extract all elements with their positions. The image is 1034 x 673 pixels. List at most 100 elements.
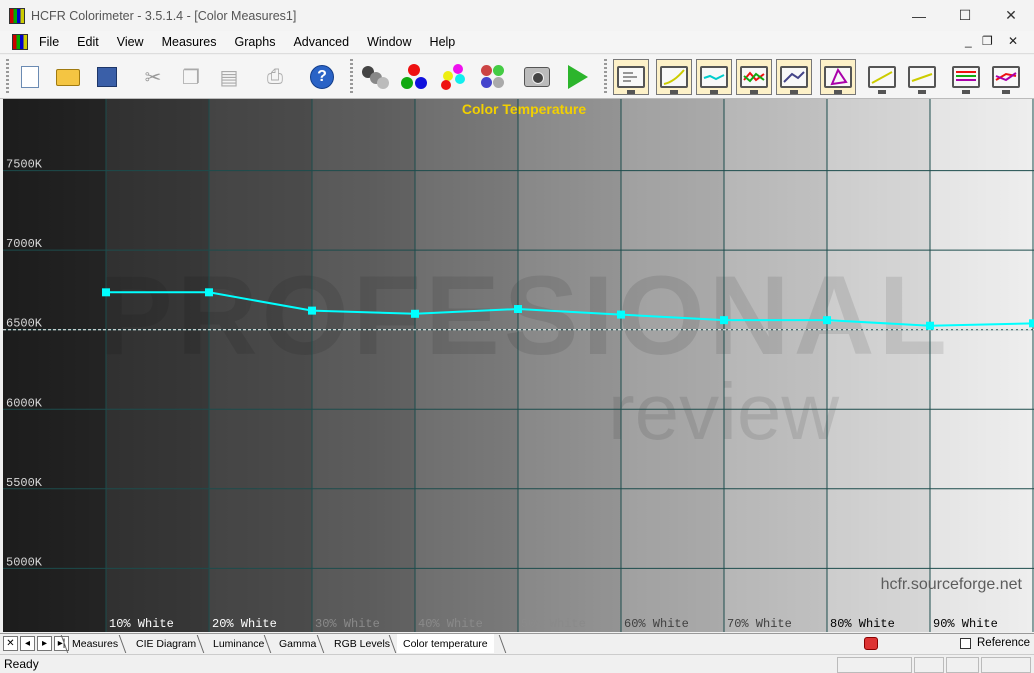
logo-line1: PROFESIONAL xyxy=(98,253,951,378)
menu-help[interactable]: Help xyxy=(421,35,465,49)
x-tick-label: 70% White xyxy=(727,617,792,631)
debug-icon[interactable] xyxy=(864,637,878,650)
x-tick-label: 40% White xyxy=(418,617,483,631)
status-bar: Ready xyxy=(0,654,1034,673)
close-button[interactable]: ✕ xyxy=(988,0,1034,31)
measure-primaries-button[interactable] xyxy=(396,59,432,95)
tab-color-temperature[interactable]: Color temperature xyxy=(397,634,494,653)
x-tick-label: 30% White xyxy=(315,617,380,631)
view-luminance-button[interactable] xyxy=(864,59,900,95)
view-cie-button[interactable] xyxy=(820,59,856,95)
tab-nav-close-button[interactable]: ✕ xyxy=(3,636,18,651)
view-measures-button[interactable] xyxy=(613,59,649,95)
y-tick-label: 6500K xyxy=(6,317,43,331)
menu-measures[interactable]: Measures xyxy=(153,35,226,49)
measure-secondaries-button[interactable] xyxy=(436,59,472,95)
color-temperature-chart[interactable]: PROFESIONAL review 7500K 7000K 6500K 6000K 5… xyxy=(3,99,1034,632)
copy-icon: ❐ xyxy=(182,66,200,89)
tab-cie-diagram[interactable]: CIE Diagram xyxy=(130,635,202,653)
menu-edit[interactable]: Edit xyxy=(68,35,108,49)
tab-gamma[interactable]: Gamma xyxy=(273,635,322,653)
data-point xyxy=(720,316,728,325)
measure-gray-button[interactable] xyxy=(357,59,393,95)
title-bar: HCFR Colorimeter - 3.5.1.4 - [Color Meas… xyxy=(0,0,1034,31)
y-tick-label: 7000K xyxy=(6,237,43,251)
delta-e-graph-icon xyxy=(780,66,808,94)
view-saturation-lum-button[interactable] xyxy=(988,59,1024,95)
view-saturation-button[interactable] xyxy=(948,59,984,95)
saturation-lum-graph-icon xyxy=(992,66,1020,94)
camera-button[interactable] xyxy=(519,59,555,95)
maximize-button[interactable]: ☐ xyxy=(942,0,988,31)
data-point xyxy=(102,288,110,297)
menu-graphs[interactable]: Graphs xyxy=(225,35,284,49)
x-tick-label: 10% White xyxy=(109,617,174,631)
play-icon xyxy=(568,65,588,89)
near-black-graph-icon xyxy=(908,66,936,94)
cut-icon: ✂ xyxy=(144,66,162,89)
tab-nav-next-button[interactable]: ▸ xyxy=(37,636,52,651)
app-logo-icon xyxy=(9,7,25,24)
y-tick-label: 7500K xyxy=(6,158,43,172)
saturation-balls-icon xyxy=(478,62,508,92)
status-pane xyxy=(914,657,944,673)
new-document-button[interactable] xyxy=(12,59,48,95)
minimize-button[interactable]: — xyxy=(896,0,942,31)
save-button[interactable] xyxy=(89,59,125,95)
mdi-close-button[interactable]: ✕ xyxy=(1008,34,1018,48)
new-document-icon xyxy=(21,66,39,88)
view-gamma-button[interactable] xyxy=(656,59,692,95)
toolbar-grip[interactable] xyxy=(6,59,9,95)
view-near-black-button[interactable] xyxy=(904,59,940,95)
tab-measures[interactable]: Measures xyxy=(66,635,124,653)
data-point xyxy=(617,310,625,319)
help-icon: ? xyxy=(310,65,334,89)
status-pane xyxy=(981,657,1031,673)
reference-checkbox[interactable] xyxy=(960,638,971,649)
measure-saturation-button[interactable] xyxy=(475,59,511,95)
open-button[interactable] xyxy=(50,59,86,95)
chart-title: Color Temperature xyxy=(462,101,586,117)
data-view-icon xyxy=(617,66,645,94)
reference-label: Reference xyxy=(977,637,1031,649)
paste-button[interactable]: ▤ xyxy=(211,59,247,95)
tab-luminance[interactable]: Luminance xyxy=(207,635,270,653)
chart-canvas: PROFESIONAL review 7500K7000K6500K6000K5… xyxy=(3,99,1034,632)
luminance-graph-icon xyxy=(868,66,896,94)
gamma-graph-icon xyxy=(660,66,688,94)
view-colortemp-button[interactable] xyxy=(696,59,732,95)
x-tick-label: 80% White xyxy=(830,617,895,631)
view-rgb-levels-button[interactable] xyxy=(736,59,772,95)
document-icon[interactable] xyxy=(12,34,28,50)
tab-rgb-levels[interactable]: RGB Levels xyxy=(328,635,396,653)
camera-icon xyxy=(524,67,550,87)
rgb-balls-icon xyxy=(399,62,429,92)
window-title: HCFR Colorimeter - 3.5.1.4 - [Color Meas… xyxy=(31,8,297,23)
cie-diagram-icon xyxy=(824,66,852,94)
help-button[interactable]: ? xyxy=(304,59,340,95)
rgb-levels-graph-icon xyxy=(740,66,768,94)
menu-advanced[interactable]: Advanced xyxy=(284,35,358,49)
save-disk-icon xyxy=(97,67,117,87)
toolbar-grip-3[interactable] xyxy=(604,59,607,95)
tab-bar: ✕ ◂ ▸ ▸| Measures CIE Diagram Luminance … xyxy=(0,633,1034,653)
copy-button[interactable]: ❐ xyxy=(173,59,209,95)
data-point xyxy=(514,305,522,314)
status-pane xyxy=(837,657,912,673)
x-tick-label: 20% White xyxy=(212,617,277,631)
toolbar-grip-2[interactable] xyxy=(350,59,353,95)
menu-window[interactable]: Window xyxy=(358,35,420,49)
cut-button[interactable]: ✂ xyxy=(135,59,171,95)
tab-nav-prev-button[interactable]: ◂ xyxy=(20,636,35,651)
menu-view[interactable]: View xyxy=(108,35,153,49)
menu-file[interactable]: File xyxy=(30,35,68,49)
gray-balls-icon xyxy=(360,62,390,92)
toolbar: ✂ ❐ ▤ ⎙ ? xyxy=(0,55,1034,99)
mdi-restore-button[interactable]: ❐ xyxy=(982,34,993,48)
view-deltae-button[interactable] xyxy=(776,59,812,95)
data-point xyxy=(926,321,934,330)
mdi-minimize-button[interactable]: _ xyxy=(965,34,972,48)
data-point xyxy=(411,309,419,318)
continuous-measure-button[interactable] xyxy=(560,59,596,95)
print-button[interactable]: ⎙ xyxy=(257,59,293,95)
